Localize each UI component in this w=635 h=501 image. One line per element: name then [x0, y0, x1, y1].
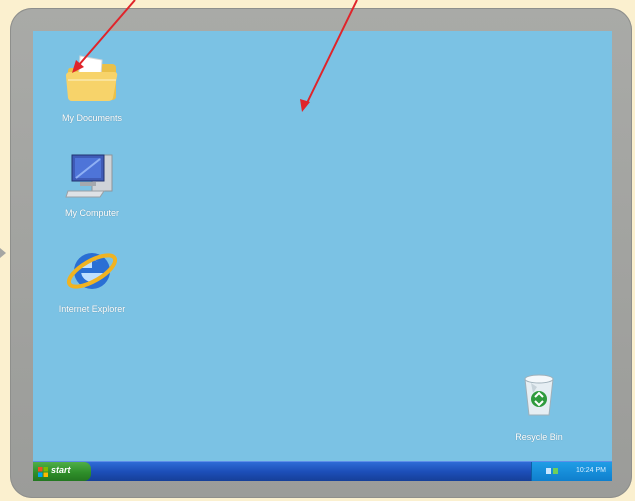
start-button[interactable]: start: [33, 462, 91, 481]
recycle-bin-icon: [509, 369, 569, 427]
tray-network-icon[interactable]: [546, 467, 558, 475]
ie-icon: [62, 241, 122, 299]
clock[interactable]: 10:24 PM: [576, 467, 606, 474]
icon-label: My Documents: [61, 113, 123, 123]
desktop-icon-my-documents[interactable]: My Documents: [37, 50, 147, 123]
windows-flag-icon: [38, 467, 48, 477]
folder-icon: [62, 50, 122, 108]
desktop-icon-internet-explorer[interactable]: Internet Explorer: [37, 241, 147, 314]
taskbar: start 10:24 PM: [33, 461, 612, 481]
computer-icon: [62, 145, 122, 203]
desktop-screen: My Documents My Computer Internet Explor…: [33, 31, 612, 481]
side-pointer-icon: [0, 248, 6, 258]
desktop-icon-recycle-bin[interactable]: Resycle Bin: [484, 369, 594, 442]
icon-label: My Computer: [64, 208, 119, 218]
system-tray: 10:24 PM: [531, 462, 612, 481]
icon-label: Resycle Bin: [515, 432, 563, 442]
icon-label: Internet Explorer: [58, 304, 126, 314]
start-label: start: [51, 465, 71, 475]
desktop-icon-my-computer[interactable]: My Computer: [37, 145, 147, 218]
